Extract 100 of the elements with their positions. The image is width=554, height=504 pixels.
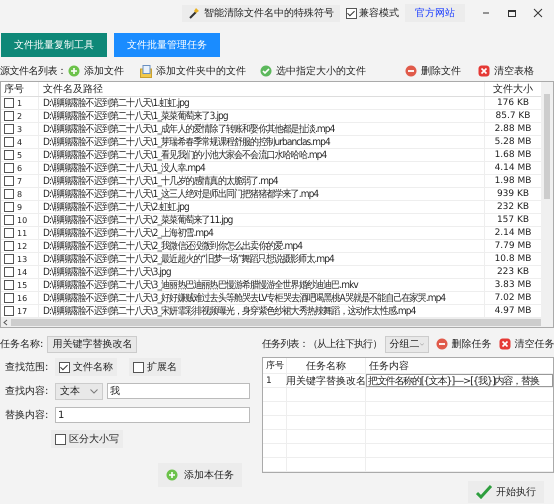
- file-path: D:\聊聊露脸不迟到第二十八天\3_好好嫌贼难过去头等舱哭去LV专柜哭去酒吧喝黑桃A哭就是不能自己在家哭.mp4: [43, 292, 446, 305]
- row-number: 1: [17, 98, 22, 108]
- row-number: 12: [17, 242, 28, 250]
- file-path: D:\聊聊露脸不迟到第二十八天\2_上海初雪.mp4: [43, 226, 213, 240]
- file-size: 4.97 MB: [494, 306, 532, 316]
- row-checkbox[interactable]: [4, 124, 14, 134]
- row-number: 8: [17, 190, 22, 198]
- clean-names-button[interactable]: 智能清除文件名中的特殊符号: [182, 4, 340, 22]
- file-path: D:\聊聊露脸不迟到第二十八天\3_宋妍霏彩排视频曝光，身穿紫色纱裙大秀热辣舞蹈，这动作太性感.mp4: [43, 304, 416, 318]
- column-header: 任务内容: [368, 360, 410, 373]
- file-size: 85.7 KB: [494, 111, 532, 121]
- column-header: 文件大小: [492, 82, 534, 96]
- close-icon[interactable]: [533, 8, 543, 18]
- row-checkbox[interactable]: [4, 280, 14, 290]
- scope-checkbox[interactable]: 扩展名: [129, 358, 181, 376]
- file-size: 10.8 MB: [494, 254, 532, 264]
- file-size: 232 KB: [496, 202, 530, 212]
- row-checkbox[interactable]: [4, 306, 14, 316]
- file-size: 2.88 MB: [494, 124, 532, 134]
- row-checkbox[interactable]: [4, 267, 14, 277]
- file-path: D:\聊聊露脸不迟到第二十八天\3.jpg: [43, 266, 171, 279]
- start-button[interactable]: 开始执行: [468, 481, 544, 503]
- file-path: D:\聊聊露脸不迟到第二十八天\1_没人幸.mp4: [43, 162, 205, 175]
- tab[interactable]: 文件批量复制工具: [1, 33, 107, 57]
- row-checkbox[interactable]: [4, 215, 14, 225]
- row-checkbox[interactable]: [4, 189, 14, 199]
- wand-icon: [188, 7, 200, 19]
- file-size: 7.02 MB: [494, 293, 532, 303]
- file-path: D:\聊聊露脸不迟到第二十八天\1_菜菜葡萄来了3.jpg: [43, 110, 228, 123]
- website-link[interactable]: 官方网站: [405, 4, 465, 22]
- file-path: D:\聊聊露脸不迟到第二十八天\1_成年人的爱情除了转账和娶你其他都是扯淡.mp4: [43, 122, 334, 136]
- column-header: 文件名及路径: [39, 82, 485, 96]
- row-checkbox[interactable]: [4, 176, 14, 186]
- row-checkbox[interactable]: [4, 202, 14, 212]
- toolbar-button[interactable]: 清空表格: [478, 64, 534, 78]
- file-size: 176 KB: [496, 98, 530, 108]
- file-path: D:\聊聊露脸不迟到第二十八天\1_芽瑞希春季常规课程舒服的控制urbanclas.mp4: [43, 136, 330, 149]
- minus-icon: [405, 65, 417, 77]
- file-size: 1.68 MB: [494, 150, 532, 160]
- delete-task-button[interactable]: 删除任务: [436, 337, 492, 351]
- file-size: 223 KB: [496, 267, 530, 277]
- file-path: D:\聊聊露脸不迟到第二十八天\2.虹虹.jpg: [43, 200, 189, 214]
- vertical-scrollbar[interactable]: [541, 82, 553, 327]
- file-size: 157 KB: [496, 215, 530, 225]
- row-checkbox[interactable]: [4, 98, 14, 108]
- compat-mode-checkbox[interactable]: 兼容模式: [346, 6, 399, 20]
- check-icon: [260, 65, 272, 77]
- row-checkbox[interactable]: [4, 241, 14, 251]
- file-size: 7.79 MB: [494, 241, 532, 251]
- toolbar-button[interactable]: 添加文件: [68, 64, 140, 78]
- row-number: 7: [17, 176, 22, 186]
- row-number: 17: [17, 306, 28, 316]
- clear-tasks-button[interactable]: 清空任务: [498, 337, 554, 351]
- plus-icon: [68, 65, 80, 77]
- row-number: 15: [17, 280, 28, 290]
- row-checkbox[interactable]: [4, 150, 14, 160]
- group-dropdown[interactable]: 分组二: [384, 336, 429, 352]
- task-name-dropdown[interactable]: 用关键字替换改名: [47, 336, 138, 352]
- file-size: 5.28 MB: [494, 137, 532, 147]
- find-type-dropdown[interactable]: 文本: [55, 382, 103, 400]
- column-header: 序号: [1, 82, 39, 96]
- row-checkbox[interactable]: [4, 163, 14, 173]
- row-number: 5: [17, 150, 22, 160]
- row-number: 10: [17, 216, 28, 224]
- file-path: D:\聊聊露脸不迟到第二十八天\1_看见我们的小池大家会不会流口水哈哈哈.mp4: [43, 148, 326, 162]
- chevron-down-icon: [90, 388, 98, 394]
- toolbar-button[interactable]: 选中指定大小的文件: [260, 64, 405, 78]
- minus-icon: [436, 338, 448, 350]
- row-checkbox[interactable]: [4, 293, 14, 303]
- toolbar-button[interactable]: 删除文件: [405, 64, 478, 78]
- scope-checkbox[interactable]: 文件名称: [55, 358, 117, 376]
- task-content: 把文件名称的[{文本}]—>[{我}]内容，替换: [366, 374, 553, 387]
- document-icon: [140, 64, 152, 78]
- row-checkbox[interactable]: [4, 111, 14, 121]
- file-size: 3.83 MB: [494, 280, 532, 290]
- row-checkbox[interactable]: [4, 254, 14, 264]
- horizontal-scrollbar[interactable]: [1, 318, 541, 327]
- file-path: D:\聊聊露脸不迟到第二十八天\2_菜菜葡萄来了11.jpg: [43, 214, 232, 227]
- task-number: 1: [263, 374, 287, 387]
- file-size: 939 KB: [496, 189, 530, 199]
- file-size: 1.98 MB: [494, 176, 532, 186]
- task-name-label: 任务名称:: [0, 338, 44, 351]
- row-number: 14: [17, 268, 28, 276]
- row-checkbox[interactable]: [4, 228, 14, 238]
- search-scope-label: 查找范围:: [5, 360, 50, 374]
- case-sensitive-checkbox[interactable]: 区分大小写: [51, 430, 123, 448]
- checkmark-icon: [476, 485, 492, 499]
- replace-field[interactable]: 1: [55, 407, 250, 423]
- clear-icon: [498, 338, 511, 350]
- maximize-icon[interactable]: [507, 8, 517, 18]
- row-checkbox[interactable]: [4, 137, 14, 147]
- row-number: 6: [17, 164, 22, 172]
- find-field[interactable]: 我: [107, 383, 250, 399]
- row-number: 16: [17, 294, 28, 302]
- find-label: 查找内容:: [5, 384, 50, 398]
- file-path: D:\聊聊露脸不迟到第二十八天\1.虹虹.jpg: [43, 96, 189, 110]
- file-path: D:\聊聊露脸不迟到第二十八天\2_我微信还没微到你怎么出卖你的爱.mp4: [43, 240, 302, 253]
- toolbar-button[interactable]: 添加文件夹中的文件: [140, 64, 260, 78]
- plus-icon: [166, 469, 178, 481]
- add-task-button[interactable]: 添加本任务: [158, 463, 242, 487]
